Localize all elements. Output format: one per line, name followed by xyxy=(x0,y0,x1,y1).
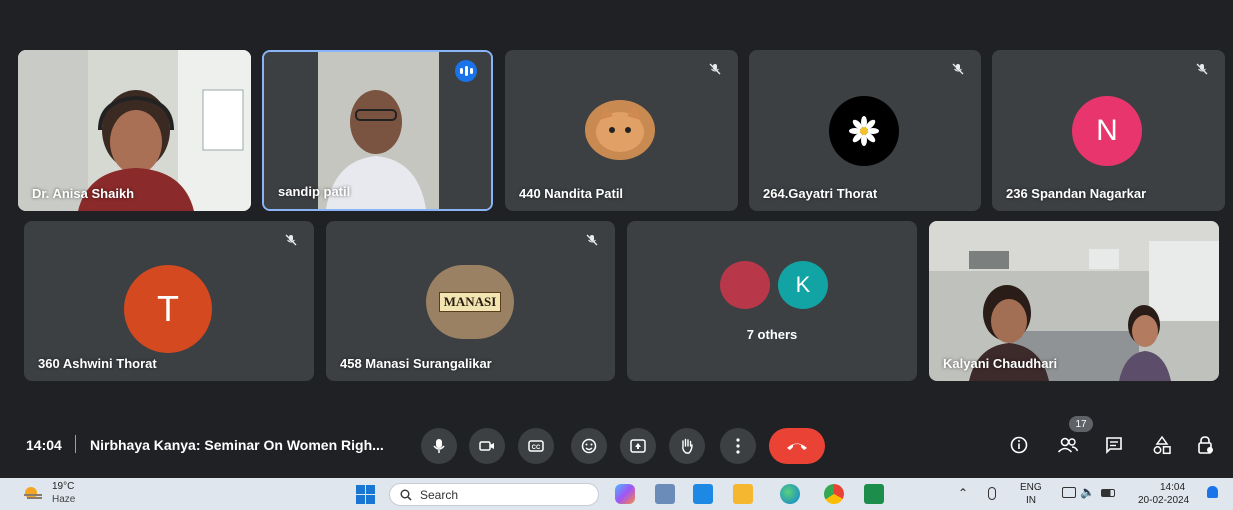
notification-bell-icon[interactable] xyxy=(1207,486,1218,498)
participant-name: Kalyani Chaudhari xyxy=(943,356,1058,371)
mic-icon xyxy=(433,439,445,453)
participant-name: sandip patil xyxy=(278,184,351,199)
initial-avatar: K xyxy=(778,261,828,309)
chevron-up-icon[interactable]: ⌃ xyxy=(958,486,968,500)
more-icon xyxy=(736,438,740,454)
participant-tile-sandip[interactable]: sandip patil xyxy=(262,50,493,211)
participant-name: 264.Gayatri Thorat xyxy=(763,186,878,201)
info-icon xyxy=(1010,436,1028,454)
camera-icon xyxy=(479,441,494,451)
file-explorer-icon[interactable] xyxy=(733,484,753,504)
people-button[interactable] xyxy=(1055,432,1081,458)
language-bottom[interactable]: IN xyxy=(1026,495,1036,506)
people-icon xyxy=(1057,437,1079,453)
microphone-tray-icon[interactable] xyxy=(988,487,996,500)
participant-tile-nandita[interactable]: 440 Nandita Patil xyxy=(505,50,738,211)
volume-icon[interactable]: 🔈 xyxy=(1080,485,1095,499)
participant-tile-gayatri[interactable]: 264.Gayatri Thorat xyxy=(749,50,981,211)
clock-date[interactable]: 20-02-2024 xyxy=(1138,495,1189,506)
participant-tile-spandan[interactable]: N 236 Spandan Nagarkar xyxy=(992,50,1225,211)
initial-avatar: N xyxy=(1072,96,1142,166)
mic-off-icon xyxy=(1191,58,1213,80)
mic-off-icon xyxy=(704,58,726,80)
mic-off-icon xyxy=(581,229,603,251)
windows-start-button[interactable] xyxy=(356,485,375,504)
chat-button[interactable] xyxy=(1101,432,1127,458)
weather-icon xyxy=(22,486,44,500)
shapes-icon xyxy=(1153,435,1171,455)
emoji-icon xyxy=(581,438,597,454)
leave-call-button[interactable] xyxy=(769,428,825,464)
end-call-icon xyxy=(787,443,807,450)
mail-app-icon[interactable] xyxy=(693,484,713,504)
divider xyxy=(75,435,76,453)
camera-button[interactable] xyxy=(469,428,505,464)
participant-tile-manasi[interactable]: MANASI 458 Manasi Surangalikar xyxy=(326,221,615,381)
captions-button[interactable]: CC xyxy=(518,428,554,464)
avatar xyxy=(829,96,899,166)
windows-icon xyxy=(356,485,375,504)
present-button[interactable] xyxy=(620,428,656,464)
others-tile[interactable]: K 7 others xyxy=(627,221,917,381)
weather-desc[interactable]: Haze xyxy=(52,494,75,505)
captions-icon: CC xyxy=(528,440,544,452)
participant-tile-ashwini[interactable]: T 360 Ashwini Thorat xyxy=(24,221,314,381)
meeting-title: Nirbhaya Kanya: Seminar On Women Righ... xyxy=(90,437,384,453)
meeting-time: 14:04 xyxy=(26,437,62,453)
avatar xyxy=(585,100,655,160)
participant-name: 360 Ashwini Thorat xyxy=(38,356,157,371)
host-controls-button[interactable] xyxy=(1193,432,1219,458)
avatar xyxy=(720,261,770,309)
more-options-button[interactable] xyxy=(720,428,756,464)
edge-browser-icon[interactable] xyxy=(780,484,800,504)
raise-hand-button[interactable] xyxy=(669,428,705,464)
meeting-info-button[interactable] xyxy=(1006,432,1032,458)
activities-button[interactable] xyxy=(1149,432,1175,458)
taskbar-search[interactable]: Search xyxy=(389,483,599,506)
meeting-control-bar: 14:04 Nirbhaya Kanya: Seminar On Women R… xyxy=(0,416,1233,468)
network-icon[interactable] xyxy=(1062,487,1076,498)
lock-person-icon xyxy=(1198,436,1213,454)
participant-name: 458 Manasi Surangalikar xyxy=(340,356,492,371)
participant-name: 236 Spandan Nagarkar xyxy=(1006,186,1147,201)
speaking-indicator-icon xyxy=(455,60,477,82)
search-placeholder: Search xyxy=(420,488,459,502)
pdf-app-icon[interactable] xyxy=(864,484,884,504)
copilot-app-icon[interactable] xyxy=(615,484,635,504)
emoji-button[interactable] xyxy=(571,428,607,464)
participant-tile-kalyani[interactable]: Kalyani Chaudhari xyxy=(929,221,1219,381)
others-label: 7 others xyxy=(746,327,798,342)
participant-name: 440 Nandita Patil xyxy=(519,186,624,201)
people-count-badge: 17 xyxy=(1069,416,1093,432)
task-view-icon[interactable] xyxy=(655,484,675,504)
chrome-browser-icon[interactable] xyxy=(824,484,844,504)
initial-avatar: T xyxy=(124,265,212,353)
chat-icon xyxy=(1106,437,1122,454)
raise-hand-icon xyxy=(682,438,693,454)
avatar: MANASI xyxy=(426,265,514,339)
mic-off-icon xyxy=(280,229,302,251)
participant-tile-anisa[interactable]: Dr. Anisa Shaikh xyxy=(18,50,251,211)
weather-temp[interactable]: 19°C xyxy=(52,481,74,492)
present-icon xyxy=(630,439,646,453)
mic-button[interactable] xyxy=(421,428,457,464)
participant-name: Dr. Anisa Shaikh xyxy=(32,186,135,201)
search-icon xyxy=(400,489,412,501)
mic-off-icon xyxy=(947,58,969,80)
clock-time[interactable]: 14:04 xyxy=(1160,482,1185,493)
battery-icon[interactable] xyxy=(1101,489,1115,497)
svg-text:CC: CC xyxy=(532,445,541,451)
language-top[interactable]: ENG xyxy=(1020,482,1042,493)
windows-taskbar: 19°C Haze Search ⌃ ENG IN 🔈 14:04 20-02-… xyxy=(0,478,1233,510)
